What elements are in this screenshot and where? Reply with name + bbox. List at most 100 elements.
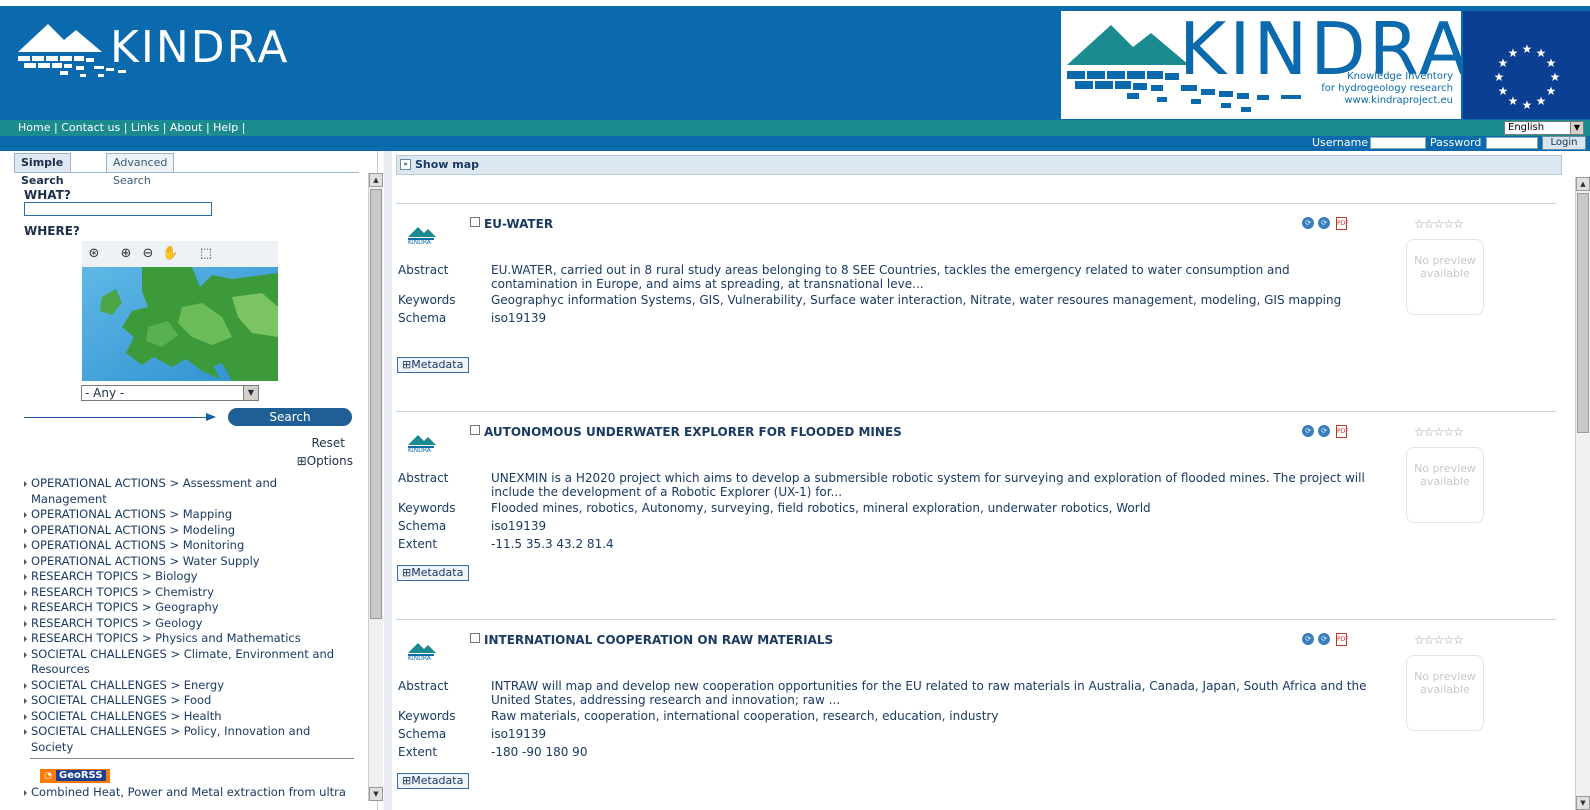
- rating-stars-icon[interactable]: ☆☆☆☆☆: [1414, 217, 1464, 231]
- pdf-icon[interactable]: PDF: [1336, 217, 1349, 230]
- record-actions: ⟳ ⟳ PDF: [1302, 633, 1352, 647]
- search-button[interactable]: Search: [228, 408, 352, 426]
- pdf-icon[interactable]: PDF: [1336, 633, 1349, 646]
- thumb-caption: KINDRA: [408, 239, 431, 246]
- svg-text:★: ★: [1550, 70, 1561, 84]
- rdf-export-icon[interactable]: ⟳: [1318, 633, 1330, 645]
- nav-link-links[interactable]: Links: [131, 121, 159, 134]
- svg-text:★: ★: [1546, 84, 1557, 98]
- xml-export-icon[interactable]: ⟳: [1302, 217, 1314, 229]
- region-select[interactable]: - Any - ▼: [81, 385, 259, 401]
- keywords-text: Geographyc information Systems, GIS, Vul…: [491, 293, 1342, 307]
- category-item[interactable]: RESEARCH TOPICS > Geography: [24, 600, 354, 616]
- language-select[interactable]: English ▼: [1504, 121, 1584, 135]
- scroll-down-icon[interactable]: ▼: [369, 787, 383, 801]
- category-item[interactable]: OPERATIONAL ACTIONS > Modeling: [24, 523, 354, 539]
- what-input[interactable]: [24, 202, 212, 216]
- scroll-up-icon[interactable]: ▲: [1576, 177, 1590, 191]
- options-link[interactable]: ⊞Options: [297, 454, 353, 468]
- abstract-text: EU.WATER, carried out in 8 rural study a…: [491, 263, 1290, 291]
- nav-link-home[interactable]: Home: [18, 121, 50, 134]
- category-item[interactable]: OPERATIONAL ACTIONS > Mapping: [24, 507, 354, 523]
- tab-divider: [14, 172, 359, 173]
- record-actions: ⟳ ⟳ PDF: [1302, 217, 1352, 231]
- password-input[interactable]: [1486, 137, 1538, 149]
- keywords-label: Keywords: [398, 501, 456, 515]
- tagline-line-2: for hydrogeology research: [1321, 83, 1453, 94]
- zoom-extent-icon[interactable]: ⊛: [86, 246, 102, 262]
- record-title[interactable]: INTERNATIONAL COOPERATION ON RAW MATERIA…: [484, 633, 833, 647]
- username-input[interactable]: [1370, 137, 1426, 149]
- tab-advanced-search[interactable]: Advanced Search: [106, 153, 175, 187]
- tagline-line-1: Knowledge Inventory: [1347, 71, 1453, 82]
- category-item[interactable]: OPERATIONAL ACTIONS > Assessment and Man…: [24, 476, 354, 507]
- rdf-export-icon[interactable]: ⟳: [1318, 217, 1330, 229]
- nav-links: Home | Contact us | Links | About | Help…: [18, 121, 245, 134]
- kindra-logo-left[interactable]: KINDRA: [14, 16, 314, 86]
- left-scrollbar[interactable]: ▲ ▼: [368, 173, 383, 801]
- expand-icon: »: [400, 159, 411, 170]
- record-checkbox[interactable]: [470, 633, 480, 643]
- panel-splitter[interactable]: [384, 151, 392, 810]
- logo-tagline: Knowledge Inventory for hydrogeology res…: [1321, 71, 1453, 107]
- xml-export-icon[interactable]: ⟳: [1302, 633, 1314, 645]
- record-title[interactable]: EU-WATER: [484, 217, 553, 231]
- record-checkbox[interactable]: [470, 217, 480, 227]
- tagline-line-3: www.kindraproject.eu: [1344, 95, 1453, 106]
- show-map-toggle[interactable]: » Show map: [396, 155, 1562, 175]
- category-item[interactable]: RESEARCH TOPICS > Biology: [24, 569, 354, 585]
- category-item[interactable]: OPERATIONAL ACTIONS > Water Supply: [24, 554, 354, 570]
- rss-icon: ◔: [42, 770, 54, 782]
- xml-export-icon[interactable]: ⟳: [1302, 425, 1314, 437]
- results-scroll-thumb[interactable]: [1577, 193, 1589, 433]
- category-item[interactable]: OPERATIONAL ACTIONS > Monitoring: [24, 538, 354, 554]
- nav-bar: Home | Contact us | Links | About | Help…: [0, 120, 1590, 136]
- keywords-label: Keywords: [398, 709, 456, 723]
- category-item[interactable]: SOCIETAL CHALLENGES > Energy: [24, 678, 354, 694]
- category-item[interactable]: SOCIETAL CHALLENGES > Policy, Innovation…: [24, 724, 354, 755]
- kindra-logo-right: KINDRA Knowledge Inventory for hydrogeol…: [1061, 7, 1468, 119]
- metadata-button[interactable]: ⊞Metadata: [397, 357, 470, 373]
- where-map[interactable]: [82, 267, 278, 381]
- nav-link-help[interactable]: Help: [213, 121, 238, 134]
- zoom-in-icon[interactable]: ⊕: [118, 246, 134, 262]
- pdf-icon[interactable]: PDF: [1336, 425, 1349, 438]
- category-item[interactable]: RESEARCH TOPICS > Chemistry: [24, 585, 354, 601]
- scroll-up-icon[interactable]: ▲: [369, 173, 383, 187]
- abstract-text: INTRAW will map and develop new cooperat…: [491, 679, 1367, 707]
- login-button[interactable]: Login: [1542, 136, 1586, 150]
- svg-text:★: ★: [1494, 70, 1505, 84]
- scroll-down-icon[interactable]: ▼: [1576, 796, 1590, 810]
- category-item[interactable]: RESEARCH TOPICS > Geology: [24, 616, 354, 632]
- record-title[interactable]: AUTONOMOUS UNDERWATER EXPLORER FOR FLOOD…: [484, 425, 902, 439]
- feed-item[interactable]: Combined Heat, Power and Metal extractio…: [24, 785, 346, 799]
- nav-separator: |: [241, 121, 246, 134]
- georss-link[interactable]: ◔ GeoRSS: [40, 769, 110, 783]
- results-scrollbar[interactable]: ▲ ▼: [1575, 177, 1590, 810]
- zoom-out-icon[interactable]: ⊖: [140, 246, 156, 262]
- svg-text:★: ★: [1498, 84, 1509, 98]
- metadata-button[interactable]: ⊞Metadata: [397, 565, 470, 581]
- keywords-text: Raw materials, cooperation, internationa…: [491, 709, 999, 723]
- tab-simple-search[interactable]: Simple Search: [14, 153, 71, 187]
- pan-hand-icon[interactable]: ✋: [162, 246, 178, 262]
- rdf-export-icon[interactable]: ⟳: [1318, 425, 1330, 437]
- nav-link-about[interactable]: About: [170, 121, 203, 134]
- svg-text:★: ★: [1546, 56, 1557, 70]
- category-item[interactable]: SOCIETAL CHALLENGES > Climate, Environme…: [24, 647, 354, 678]
- record-checkbox[interactable]: [470, 425, 480, 435]
- no-preview-text: No preview: [1414, 462, 1476, 475]
- schema-label: Schema: [398, 311, 447, 325]
- select-box-icon[interactable]: ⬚: [198, 246, 214, 262]
- category-item[interactable]: SOCIETAL CHALLENGES > Health: [24, 709, 354, 725]
- category-item[interactable]: RESEARCH TOPICS > Physics and Mathematic…: [24, 631, 354, 647]
- record-separator: [396, 411, 1556, 412]
- keywords-label: Keywords: [398, 293, 456, 307]
- rating-stars-icon[interactable]: ☆☆☆☆☆: [1414, 633, 1464, 647]
- nav-link-contact[interactable]: Contact us: [61, 121, 120, 134]
- metadata-button[interactable]: ⊞Metadata: [397, 773, 470, 789]
- category-item[interactable]: SOCIETAL CHALLENGES > Food: [24, 693, 354, 709]
- rating-stars-icon[interactable]: ☆☆☆☆☆: [1414, 425, 1464, 439]
- reset-link[interactable]: Reset: [311, 436, 345, 450]
- left-scroll-thumb[interactable]: [370, 189, 382, 619]
